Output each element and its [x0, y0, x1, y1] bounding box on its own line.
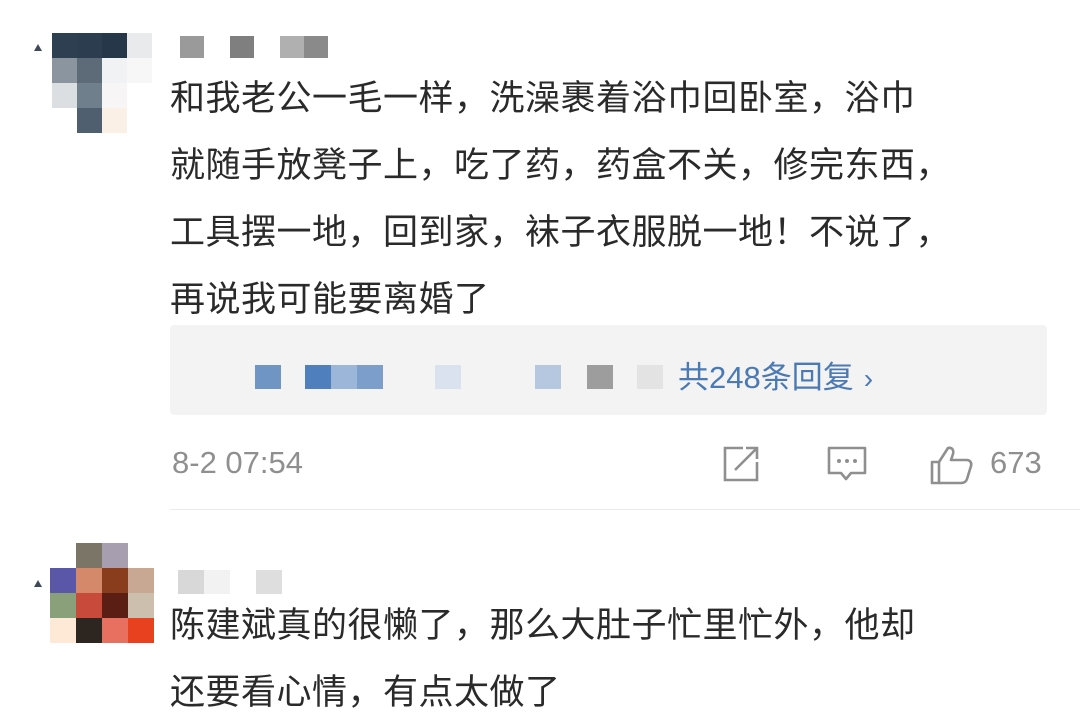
reply-button[interactable] — [826, 444, 868, 488]
share-button[interactable] — [721, 444, 761, 488]
avatar[interactable] — [50, 543, 154, 643]
chevron-right-icon: › — [863, 363, 874, 394]
comment-text: 和我老公一毛一样，洗澡裹着浴巾回卧室，浴巾 就随手放凳子上，吃了药，药盒不关，修… — [170, 66, 1050, 334]
username[interactable] — [178, 570, 288, 594]
avatar-badge-icon — [34, 580, 42, 587]
username[interactable] — [180, 36, 335, 58]
like-button[interactable] — [928, 444, 974, 490]
comment-line: 工具摆一地，回到家，袜子衣服脱一地！不说了， — [170, 213, 952, 253]
avatar-badge-icon — [34, 44, 42, 51]
comment-timestamp: 8-2 07:54 — [172, 445, 303, 480]
comment-line: 陈建斌真的很懒了，那么大肚子忙里忙外，他却 — [170, 606, 916, 646]
like-count: 673 — [990, 445, 1042, 480]
view-replies-label: 共248条回复 — [678, 360, 854, 395]
comment-line: 还要看心情，有点太做了 — [170, 673, 561, 713]
thumbs-up-icon — [930, 446, 973, 485]
share-icon — [723, 446, 759, 482]
comment-line: 再说我可能要离婚了 — [170, 280, 490, 320]
reply-preview-mosaic — [170, 325, 1047, 415]
comment-line: 和我老公一毛一样，洗澡裹着浴巾回卧室，浴巾 — [170, 79, 916, 119]
comment-icon — [827, 446, 867, 481]
view-replies-link[interactable]: 共248条回复 › — [678, 352, 873, 397]
comment-text: 陈建斌真的很懒了，那么大肚子忙里忙外，他却 还要看心情，有点太做了 — [170, 593, 1050, 727]
divider — [170, 509, 1080, 510]
comment-line: 就随手放凳子上，吃了药，药盒不关，修完东西， — [170, 146, 952, 186]
avatar[interactable] — [52, 33, 152, 133]
